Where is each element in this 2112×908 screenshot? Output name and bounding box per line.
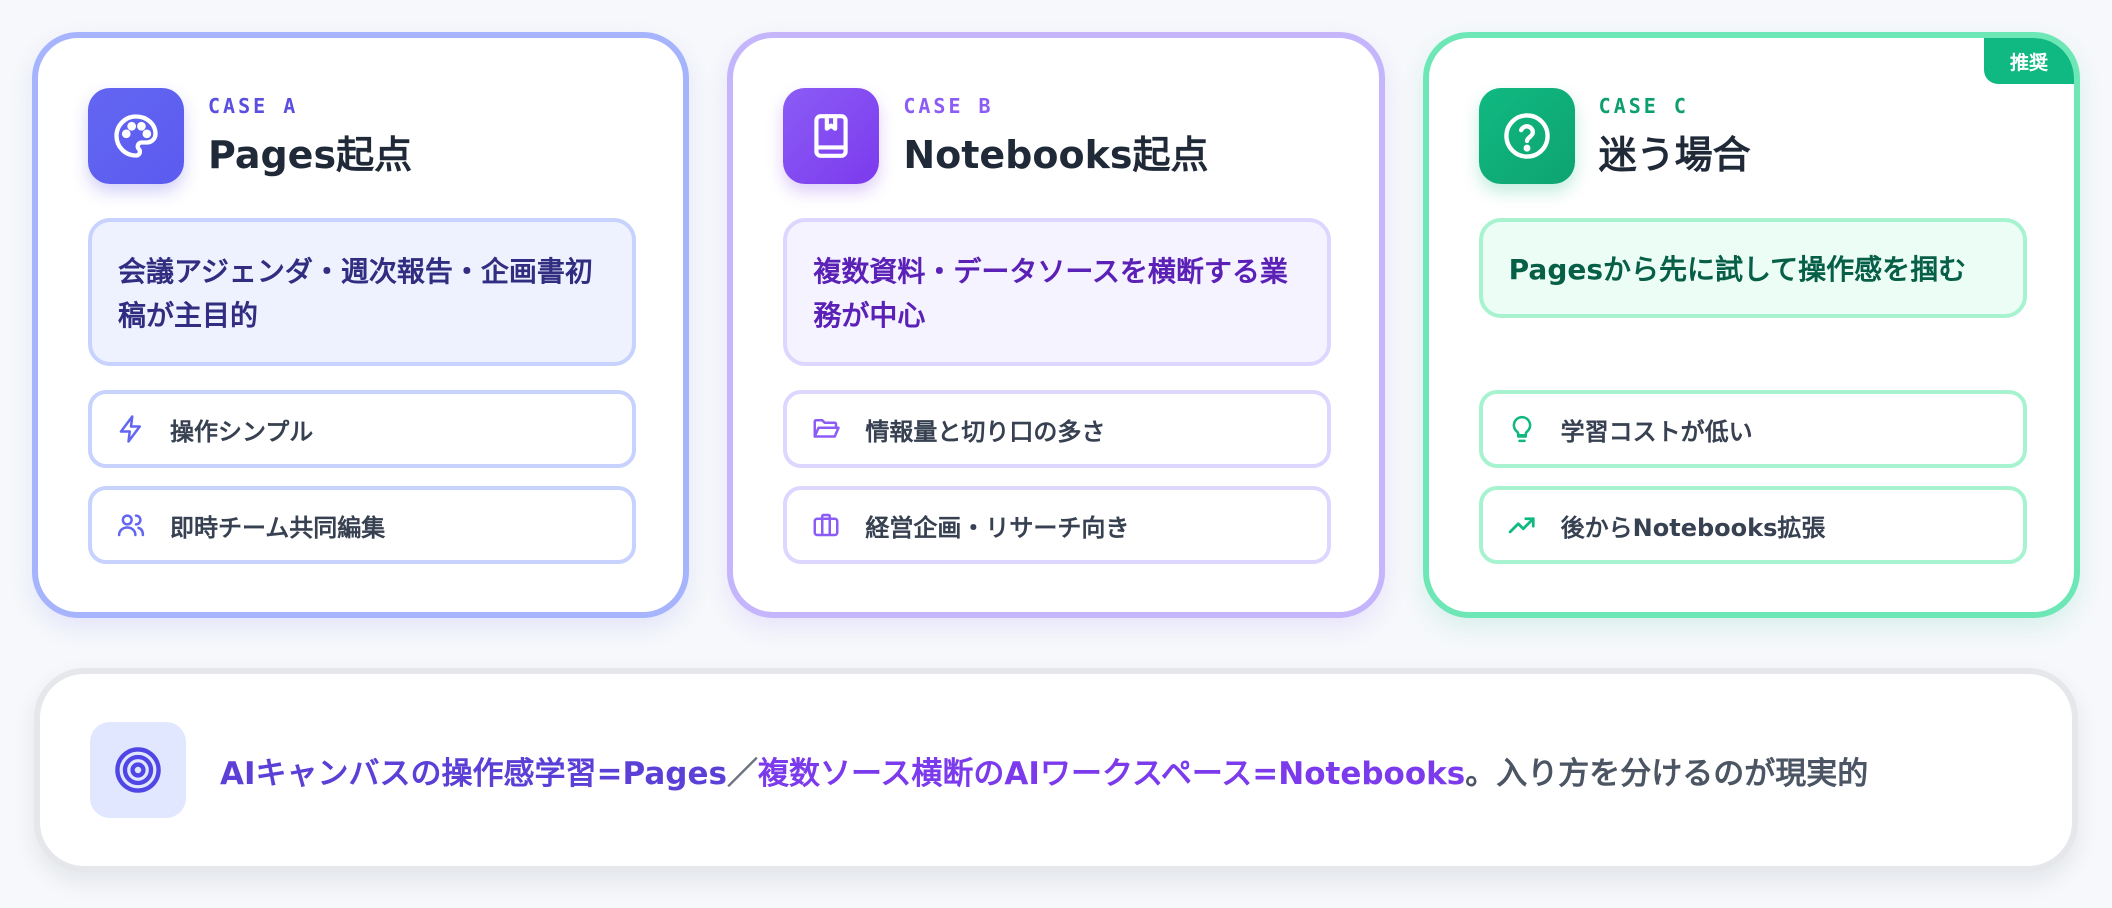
target-icon [90, 722, 186, 818]
case-c-feature-2-label: 後からNotebooks拡張 [1560, 513, 1826, 542]
lightbulb-icon [1505, 412, 1539, 446]
case-c-feature-1-label: 学習コストが低い [1560, 417, 1753, 446]
case-a-feature-2-label: 即時チーム共同編集 [170, 513, 386, 542]
conclusion-banner: AIキャンバスの操作感学習=Pages／複数ソース横断のAIワークスペース=No… [34, 668, 2078, 872]
case-b-header: CASE B Notebooks起点 [783, 88, 1208, 184]
lightning-icon [114, 412, 148, 446]
case-c-header: CASE C 迷う場合 [1478, 88, 1751, 184]
case-b-feature-2: 経営企画・リサーチ向き [783, 486, 1332, 564]
case-a-feature-1: 操作シンプル [88, 390, 636, 468]
case-c-label: CASE C [1598, 93, 1689, 118]
case-a-title: Pages起点 [208, 132, 413, 177]
conclusion-text: AIキャンバスの操作感学習=Pages／複数ソース横断のAIワークスペース=No… [220, 748, 1868, 793]
case-a-summary: 会議アジェンダ・週次報告・企画書初稿が主目的 [88, 218, 636, 366]
case-c-feature-1: 学習コストが低い [1478, 390, 2027, 468]
case-a-header: CASE A Pages起点 [88, 88, 412, 184]
cases-row: CASE A Pages起点 会議アジェンダ・週次報告・企画書初稿が主目的 操作… [32, 32, 2080, 618]
users-icon [114, 508, 148, 542]
case-a-label: CASE A [208, 93, 299, 118]
notebook-icon [783, 88, 880, 184]
folder-open-icon [809, 412, 843, 446]
case-card-c: 推奨 CASE C 迷う場合 Pagesから先に試して操作感を掴む 学習コストが… [1422, 32, 2080, 618]
case-card-a: CASE A Pages起点 会議アジェンダ・週次報告・企画書初稿が主目的 操作… [32, 32, 690, 618]
case-b-feature-1: 情報量と切り口の多さ [783, 390, 1332, 468]
case-a-feature-1-label: 操作シンプル [170, 417, 314, 446]
case-c-summary: Pagesから先に試して操作感を掴む [1478, 218, 2027, 318]
question-circle-icon [1478, 88, 1575, 184]
conclusion-separator: ／ [726, 755, 758, 792]
case-b-feature-1-label: 情報量と切り口の多さ [865, 417, 1106, 446]
case-b-summary: 複数資料・データソースを横断する業務が中心 [783, 218, 1332, 366]
conclusion-tail: 。入り方を分けるのが現実的 [1465, 755, 1869, 792]
case-b-feature-2-label: 経営企画・リサーチ向き [865, 513, 1130, 542]
case-c-title: 迷う場合 [1598, 132, 1751, 177]
case-b-title: Notebooks起点 [903, 132, 1209, 177]
conclusion-pages: AIキャンバスの操作感学習=Pages [220, 755, 727, 792]
case-c-feature-2: 後からNotebooks拡張 [1478, 486, 2027, 564]
case-b-label: CASE B [903, 93, 994, 118]
trending-up-icon [1505, 508, 1539, 542]
conclusion-notebooks: 複数ソース横断のAIワークスペース=Notebooks [757, 755, 1466, 792]
palette-icon [88, 88, 184, 184]
case-a-feature-2: 即時チーム共同編集 [88, 486, 636, 564]
case-card-b: CASE B Notebooks起点 複数資料・データソースを横断する業務が中心… [727, 32, 1385, 618]
briefcase-icon [809, 508, 843, 542]
recommended-badge: 推奨 [1983, 38, 2074, 84]
